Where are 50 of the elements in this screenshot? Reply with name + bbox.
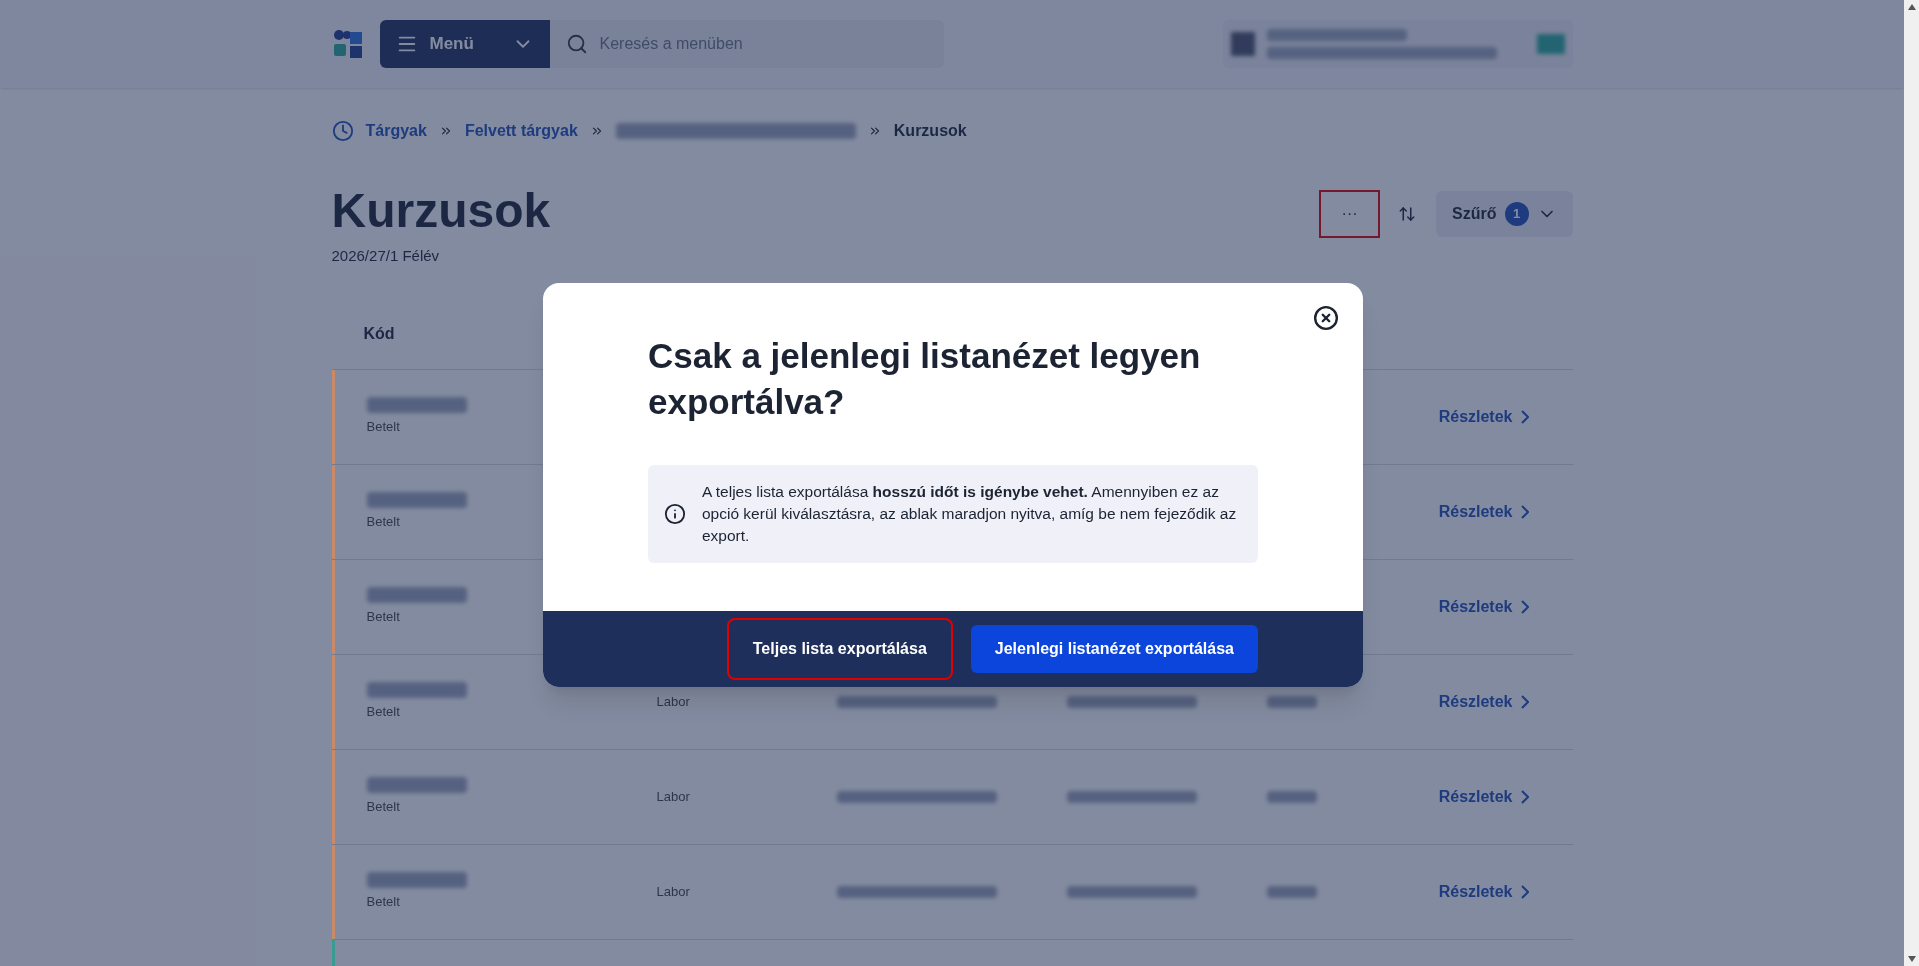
sort-icon[interactable] [1398,205,1417,223]
details-link[interactable]: Részletek [1438,784,1541,809]
export-all-button[interactable]: Teljes lista exportálása [728,620,951,679]
search-icon [565,33,588,55]
close-button[interactable] [1313,305,1339,331]
details-link[interactable]: Részletek [1438,594,1541,619]
status-text: Betelt [366,512,401,531]
chevron-right-icon [1520,884,1529,899]
column-header[interactable]: Kód [363,322,395,346]
more-button[interactable]: ··· [1321,192,1379,236]
status-text: Betelt [366,702,401,721]
blurred-text [1266,885,1317,898]
history-icon [331,120,354,142]
dialog-title: Csak a jelenlegi listanézet legyen exportálva? [648,335,1202,424]
details-link[interactable]: Részletek [1438,499,1541,524]
breadcrumb-link[interactable]: Tárgyak [365,119,427,143]
scroll-up-icon[interactable] [1907,4,1916,10]
page-title: Kurzusok [331,183,551,239]
scrollbar[interactable] [1904,0,1919,966]
status-text: Betelt [366,892,401,911]
details-link[interactable]: Részletek [1438,404,1541,429]
scroll-down-icon[interactable] [1907,956,1916,962]
chevron-right-icon [1520,789,1529,804]
details-link[interactable]: Részletek [1438,689,1541,714]
export-current-button[interactable]: Jelenlegi listanézet exportálása [970,625,1258,674]
chevron-right-icon [1520,409,1529,424]
chevron-right-icon [1520,694,1529,709]
count-badge: 1 [1504,202,1529,226]
logo-icon [331,28,364,60]
blurred-text [1266,695,1317,708]
type-text: Labor [656,882,691,901]
chevron-right-icon [1520,504,1529,519]
page-subtitle: 2026/27/1 Félév [331,246,441,266]
search-field[interactable]: Keresés a menüben [549,20,944,68]
details-link[interactable]: Részletek [1438,879,1541,904]
type-text: Labor [656,787,691,806]
chevron-right-icon [1520,599,1529,614]
breadcrumb-link[interactable]: Felvett tárgyak [464,119,578,143]
filter-button[interactable]: Szűrő 1 [1436,191,1573,237]
status-text: Betelt [366,607,401,626]
avatar-placeholder [1230,32,1255,56]
status-text: Betelt [366,797,401,816]
badge-placeholder [1536,34,1565,54]
status-text: Betelt [366,417,401,436]
info-text: A teljes lista exportálása hosszú időt is igénybe vehet. Amennyiben ez az opció kerül kiválasztásra, az ablak maradjon nyitva, amíg be nem fejeződik az export. [702,482,1238,547]
info-icon [664,503,686,526]
breadcrumb-current: Kurzusok [893,121,967,141]
blurred-text [1266,790,1317,803]
type-text: Labor [656,692,691,711]
menu-button[interactable]: Menü [379,20,550,68]
